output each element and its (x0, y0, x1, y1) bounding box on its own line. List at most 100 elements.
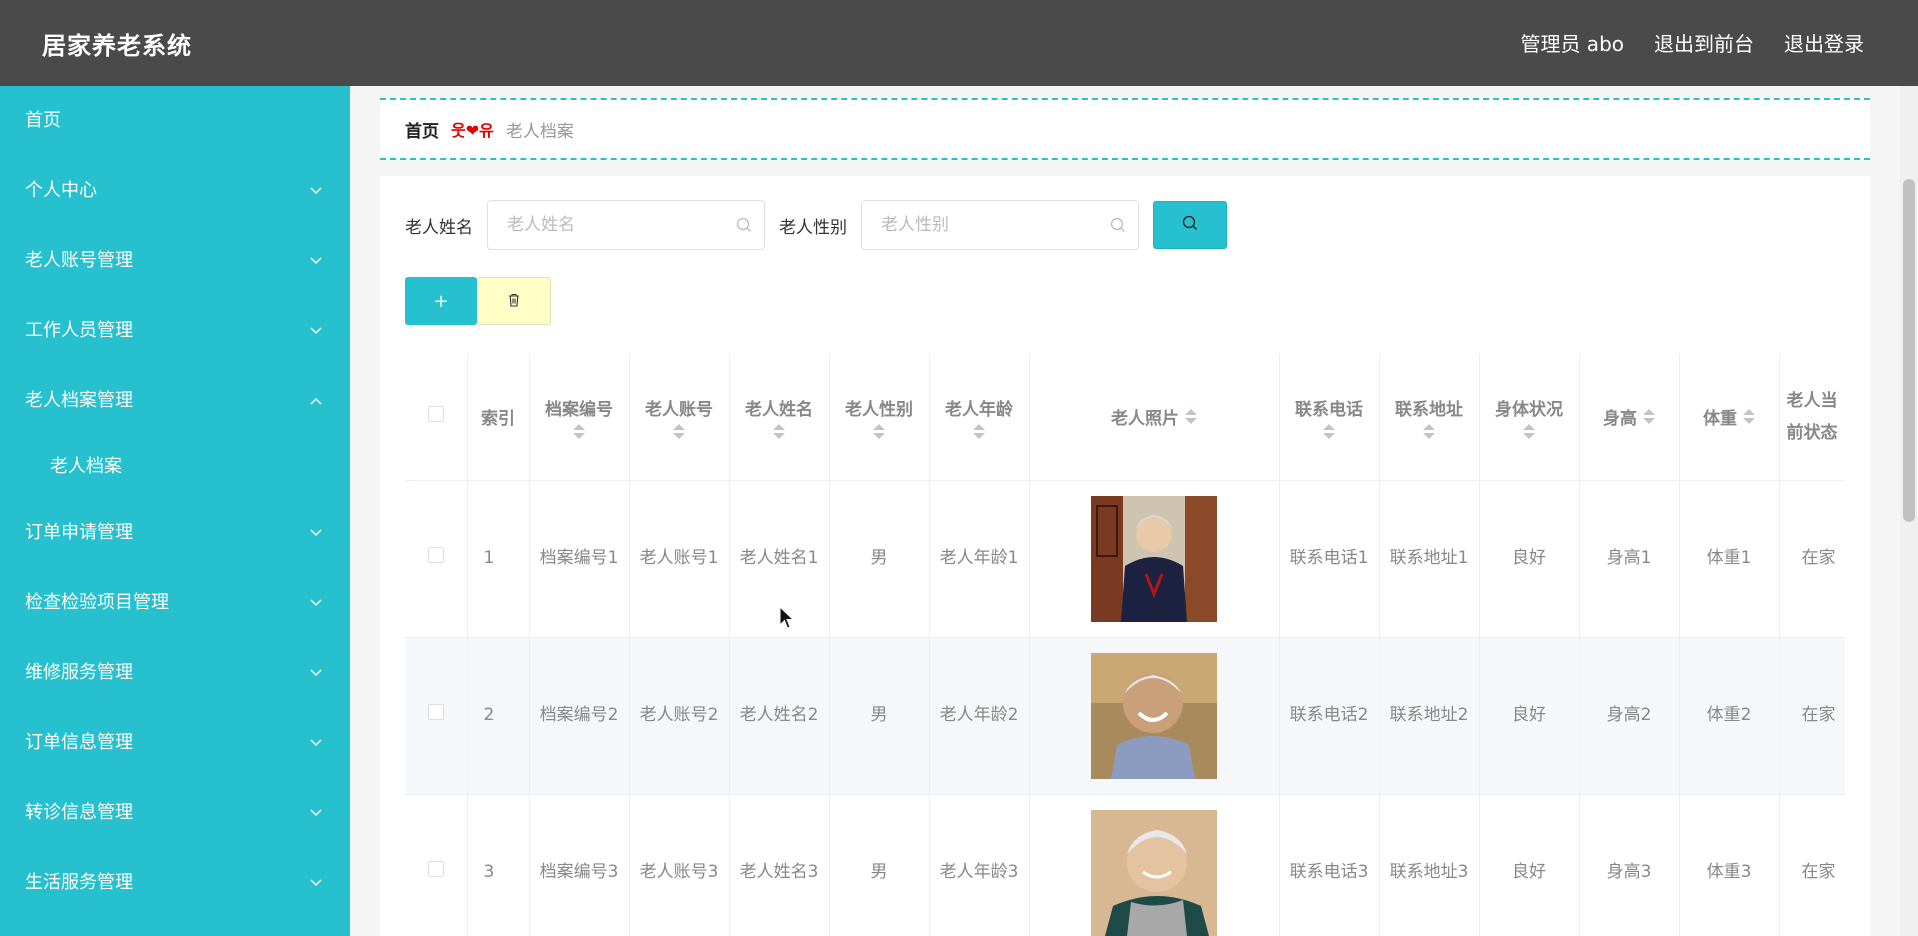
table-row[interactable]: 3 档案编号3 老人账号3 老人姓名3 男 老人年龄3 联系电话3 联系地址3 … (405, 794, 1845, 936)
chevron-down-icon (308, 848, 324, 918)
table-row[interactable]: 2 档案编号2 老人账号2 老人姓名2 男 老人年龄2 联系电话2 联系地址2 … (405, 637, 1845, 795)
sidebar-item-elder-account[interactable]: 老人账号管理 (0, 226, 350, 296)
cell-height: 身高1 (1579, 480, 1680, 638)
sidebar-item-label: 检查检验项目管理 (25, 592, 169, 613)
elder-photo (1091, 495, 1217, 622)
cell-gender: 男 (829, 794, 930, 936)
cell-address: 联系地址3 (1379, 794, 1480, 936)
column-header[interactable]: 老人性别 (829, 354, 930, 481)
content-panel: 老人姓名 老人性别 + (380, 176, 1870, 936)
sidebar-item-label: 订单申请管理 (25, 522, 133, 543)
row-select-cell (405, 794, 468, 936)
row-checkbox[interactable] (427, 704, 444, 720)
cell-index: 3 (467, 794, 530, 936)
sort-icon[interactable] (1423, 423, 1435, 439)
cell-address: 联系地址2 (1379, 637, 1480, 795)
row-checkbox[interactable] (427, 861, 444, 877)
gender-search-input[interactable] (862, 201, 1138, 249)
sidebar-item-label: 老人账号管理 (25, 250, 133, 271)
sidebar-item-personal-center[interactable]: 个人中心 (0, 156, 350, 226)
sort-icon[interactable] (773, 423, 785, 439)
cell-name: 老人姓名3 (729, 794, 830, 936)
page-scrollbar[interactable] (1900, 86, 1918, 936)
add-button[interactable]: + (405, 277, 477, 325)
row-select-cell (405, 637, 468, 795)
sidebar-subitem-elder-archive[interactable]: 老人档案 (0, 436, 350, 498)
name-search-label: 老人姓名 (405, 217, 473, 238)
cell-health: 良好 (1479, 794, 1580, 936)
name-search-input[interactable] (488, 201, 764, 249)
cell-photo (1029, 794, 1280, 936)
cell-photo (1029, 637, 1280, 795)
cell-health: 良好 (1479, 637, 1580, 795)
column-header[interactable]: 联系地址 (1379, 354, 1480, 481)
row-select-cell (405, 480, 468, 638)
sidebar-item-referral-info[interactable]: 转诊信息管理 (0, 778, 350, 848)
column-header[interactable]: 联系电话 (1279, 354, 1380, 481)
cell-file-no: 档案编号2 (529, 637, 630, 795)
sidebar-item-label: 转诊信息管理 (25, 802, 133, 823)
sidebar-item-inspection-items[interactable]: 检查检验项目管理 (0, 568, 350, 638)
sort-icon[interactable] (1743, 409, 1755, 425)
sort-icon[interactable] (1643, 409, 1655, 425)
chevron-down-icon (308, 708, 324, 778)
app-title: 居家养老系统 (42, 32, 192, 60)
breadcrumb: 首页 웃❤유 老人档案 (380, 98, 1870, 160)
delete-button[interactable] (477, 277, 551, 325)
cell-status: 在家 (1779, 794, 1845, 936)
cell-phone: 联系电话3 (1279, 794, 1380, 936)
exit-to-frontend-link[interactable]: 退出到前台 (1654, 28, 1754, 57)
cell-gender: 男 (829, 637, 930, 795)
chevron-down-icon (308, 226, 324, 296)
cell-age: 老人年龄3 (929, 794, 1030, 936)
sort-icon[interactable] (973, 423, 985, 439)
sidebar-item-repair-service[interactable]: 维修服务管理 (0, 638, 350, 708)
column-header[interactable]: 老人姓名 (729, 354, 830, 481)
column-header[interactable]: 身体状况 (1479, 354, 1580, 481)
scrollbar-thumb[interactable] (1903, 179, 1915, 522)
sidebar-item-order-application[interactable]: 订单申请管理 (0, 498, 350, 568)
sidebar-item-label: 个人中心 (25, 180, 97, 201)
sort-icon[interactable] (1323, 423, 1335, 439)
table-row[interactable]: 1 档案编号1 老人账号1 老人姓名1 男 老人年龄1 联系电话1 联系地址1 … (405, 480, 1845, 638)
top-bar: 居家养老系统 管理员 abo 退出到前台 退出登录 (0, 0, 1918, 86)
search-button[interactable] (1153, 201, 1227, 249)
sidebar-item-label: 老人档案管理 (25, 390, 133, 411)
column-header[interactable]: 老人年龄 (929, 354, 1030, 481)
main-content: 首页 웃❤유 老人档案 老人姓名 老人性别 + (350, 86, 1918, 936)
select-all-checkbox[interactable] (427, 406, 444, 423)
cell-file-no: 档案编号1 (529, 480, 630, 638)
cell-height: 身高2 (1579, 637, 1680, 795)
sidebar-item-life-service[interactable]: 生活服务管理 (0, 848, 350, 918)
sidebar-item-home[interactable]: 首页 (0, 86, 350, 156)
sidebar-item-staff[interactable]: 工作人员管理 (0, 296, 350, 366)
chevron-down-icon (308, 778, 324, 848)
breadcrumb-separator: 웃❤유 (451, 121, 494, 140)
plus-icon: + (433, 290, 449, 312)
cell-age: 老人年龄2 (929, 637, 1030, 795)
column-header[interactable]: 身高 (1579, 354, 1680, 481)
column-header[interactable]: 老人照片 (1029, 354, 1280, 481)
chevron-down-icon (308, 568, 324, 638)
cell-height: 身高3 (1579, 794, 1680, 936)
gender-search-field (861, 200, 1139, 250)
cell-weight: 体重2 (1679, 637, 1780, 795)
logout-link[interactable]: 退出登录 (1784, 28, 1864, 57)
breadcrumb-home[interactable]: 首页 (405, 117, 439, 142)
row-checkbox[interactable] (427, 547, 444, 563)
sort-icon[interactable] (1185, 409, 1197, 425)
column-header[interactable]: 体重 (1679, 354, 1780, 481)
cell-weight: 体重3 (1679, 794, 1780, 936)
sort-icon[interactable] (1523, 423, 1535, 439)
column-header[interactable]: 老人当前状态 (1779, 354, 1845, 481)
column-header[interactable]: 档案编号 (529, 354, 630, 481)
cell-account: 老人账号3 (629, 794, 730, 936)
sidebar-item-order-info[interactable]: 订单信息管理 (0, 708, 350, 778)
column-header[interactable]: 老人账号 (629, 354, 730, 481)
sidebar-item-elder-archive[interactable]: 老人档案管理 (0, 366, 350, 436)
admin-user-label[interactable]: 管理员 abo (1520, 28, 1624, 57)
sort-icon[interactable] (673, 423, 685, 439)
search-icon (1110, 217, 1126, 237)
sort-icon[interactable] (873, 423, 885, 439)
sort-icon[interactable] (573, 423, 585, 439)
